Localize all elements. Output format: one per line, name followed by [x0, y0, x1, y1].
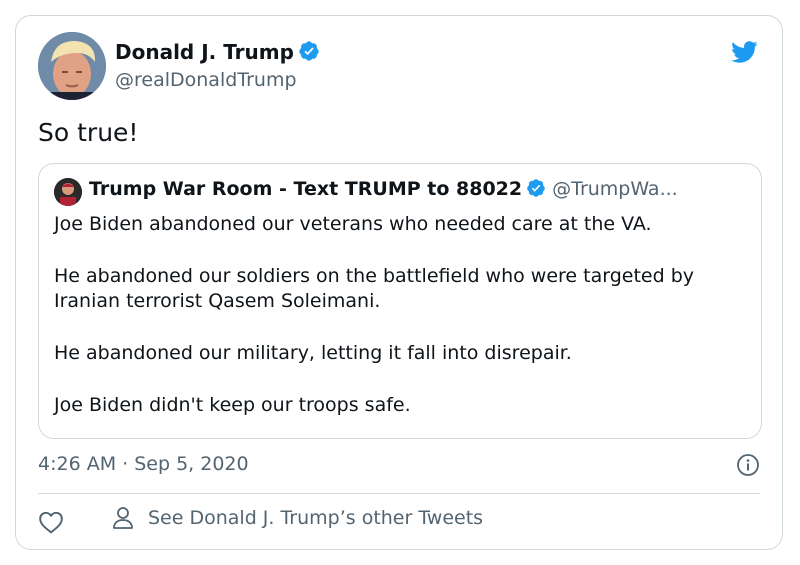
- embedded-tweet-card[interactable]: Donald J. Trump @realDonaldTrump So true…: [15, 15, 783, 550]
- author-name-text: Donald J. Trump: [115, 40, 294, 64]
- quoted-tweet[interactable]: Trump War Room - Text TRUMP to 88022 @Tru…: [38, 163, 762, 439]
- quoted-verified-badge-icon: [527, 179, 545, 197]
- divider: [38, 493, 760, 494]
- quoted-author-avatar[interactable]: [54, 178, 82, 206]
- verified-badge-icon: [299, 41, 319, 61]
- see-other-tweets-label: See Donald J. Trump’s other Tweets: [148, 507, 484, 529]
- tweet-text: So true!: [38, 118, 139, 147]
- twitter-bird-icon[interactable]: [728, 38, 760, 66]
- quoted-header: Trump War Room - Text TRUMP to 88022 @Tru…: [89, 178, 749, 200]
- quoted-author-name[interactable]: Trump War Room - Text TRUMP to 88022: [89, 178, 522, 200]
- info-icon[interactable]: [736, 453, 760, 477]
- author-name[interactable]: Donald J. Trump: [115, 40, 320, 64]
- tweet-timestamp[interactable]: 4:26 AM · Sep 5, 2020: [38, 453, 249, 475]
- quoted-paragraph: Joe Biden didn't keep our troops safe.: [54, 394, 411, 416]
- quoted-paragraph: He abandoned our military, letting it fa…: [54, 342, 572, 364]
- author-avatar[interactable]: [38, 32, 106, 100]
- person-icon: [113, 507, 133, 529]
- quoted-tweet-body: Joe Biden abandoned our veterans who nee…: [54, 212, 749, 418]
- heart-icon[interactable]: [38, 510, 64, 534]
- author-handle[interactable]: @realDonaldTrump: [115, 69, 297, 91]
- quoted-author-handle[interactable]: @TrumpWa...: [552, 178, 678, 200]
- see-other-tweets-link[interactable]: See Donald J. Trump’s other Tweets: [112, 506, 483, 530]
- quoted-paragraph: Joe Biden abandoned our veterans who nee…: [54, 213, 652, 235]
- quoted-paragraph: He abandoned our soldiers on the battlef…: [54, 265, 695, 312]
